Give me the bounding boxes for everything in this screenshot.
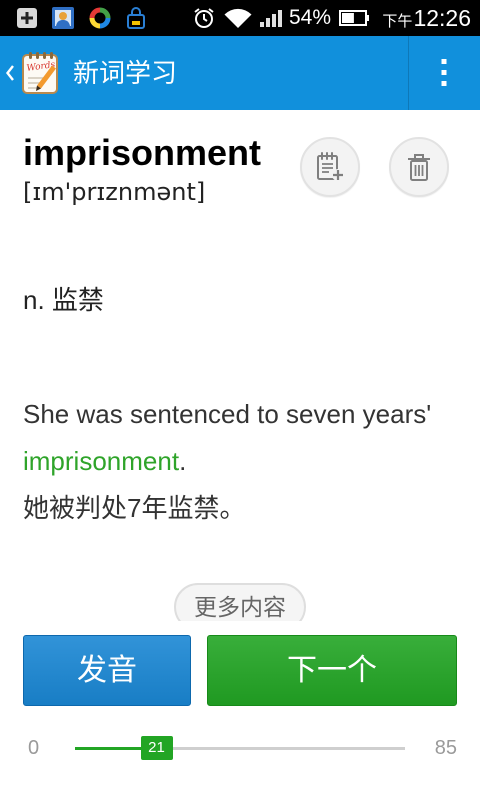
example-sentence: She was sentenced to seven years' — [23, 399, 432, 429]
more-vert-icon — [441, 59, 447, 86]
word-card: imprisonment [ɪm'prɪznmənt] n. 监禁 She wa… — [0, 110, 480, 621]
definition: n. 监禁 — [23, 285, 104, 315]
battery-icon — [339, 10, 369, 26]
headword: imprisonment — [23, 132, 262, 173]
chevron-left-icon — [5, 65, 14, 81]
more-content-button[interactable]: 更多内容 — [174, 583, 306, 621]
notebook-add-icon — [317, 152, 344, 181]
bottom-panel: 发音 下一个 0 21 85 — [0, 621, 480, 800]
overflow-menu-button[interactable] — [408, 36, 480, 110]
signal-icon — [260, 10, 282, 27]
delete-word-button[interactable] — [389, 137, 449, 197]
security-app-icon — [89, 7, 111, 29]
app-logo: Words — [22, 52, 58, 94]
example-block: She was sentenced to seven years' impris… — [23, 391, 473, 532]
clock-period: 下午 — [382, 13, 413, 30]
pronounce-button[interactable]: 发音 — [23, 635, 191, 706]
shopping-bag-icon — [127, 7, 145, 29]
add-box-icon — [17, 8, 37, 28]
trash-icon — [408, 154, 430, 181]
add-to-notebook-button[interactable] — [300, 137, 360, 197]
battery-percent: 54% — [289, 6, 332, 29]
example-punctuation: . — [179, 446, 187, 476]
progress-thumb[interactable]: 21 — [140, 736, 173, 760]
clock-time: 12:26 — [413, 5, 471, 31]
example-keyword: imprisonment — [23, 446, 180, 476]
app-bar: Words 新词学习 — [0, 36, 480, 110]
page-title: 新词学习 — [73, 58, 178, 88]
contacts-icon — [52, 7, 74, 29]
next-word-button[interactable]: 下一个 — [207, 635, 457, 706]
example-translation: 她被判处7年监禁。 — [23, 493, 246, 523]
phonetic: [ɪm'prɪznmənt] — [23, 178, 206, 206]
status-bar: 54% 下午12:26 — [0, 0, 480, 36]
example-sentence-end: imprisonment. — [23, 438, 473, 485]
alarm-icon — [194, 8, 214, 28]
wifi-icon — [224, 8, 252, 28]
progress-max-label: 85 — [434, 737, 457, 759]
back-button[interactable]: Words — [0, 36, 66, 110]
clock: 下午12:26 — [382, 0, 471, 36]
progress-min-label: 0 — [28, 737, 40, 759]
